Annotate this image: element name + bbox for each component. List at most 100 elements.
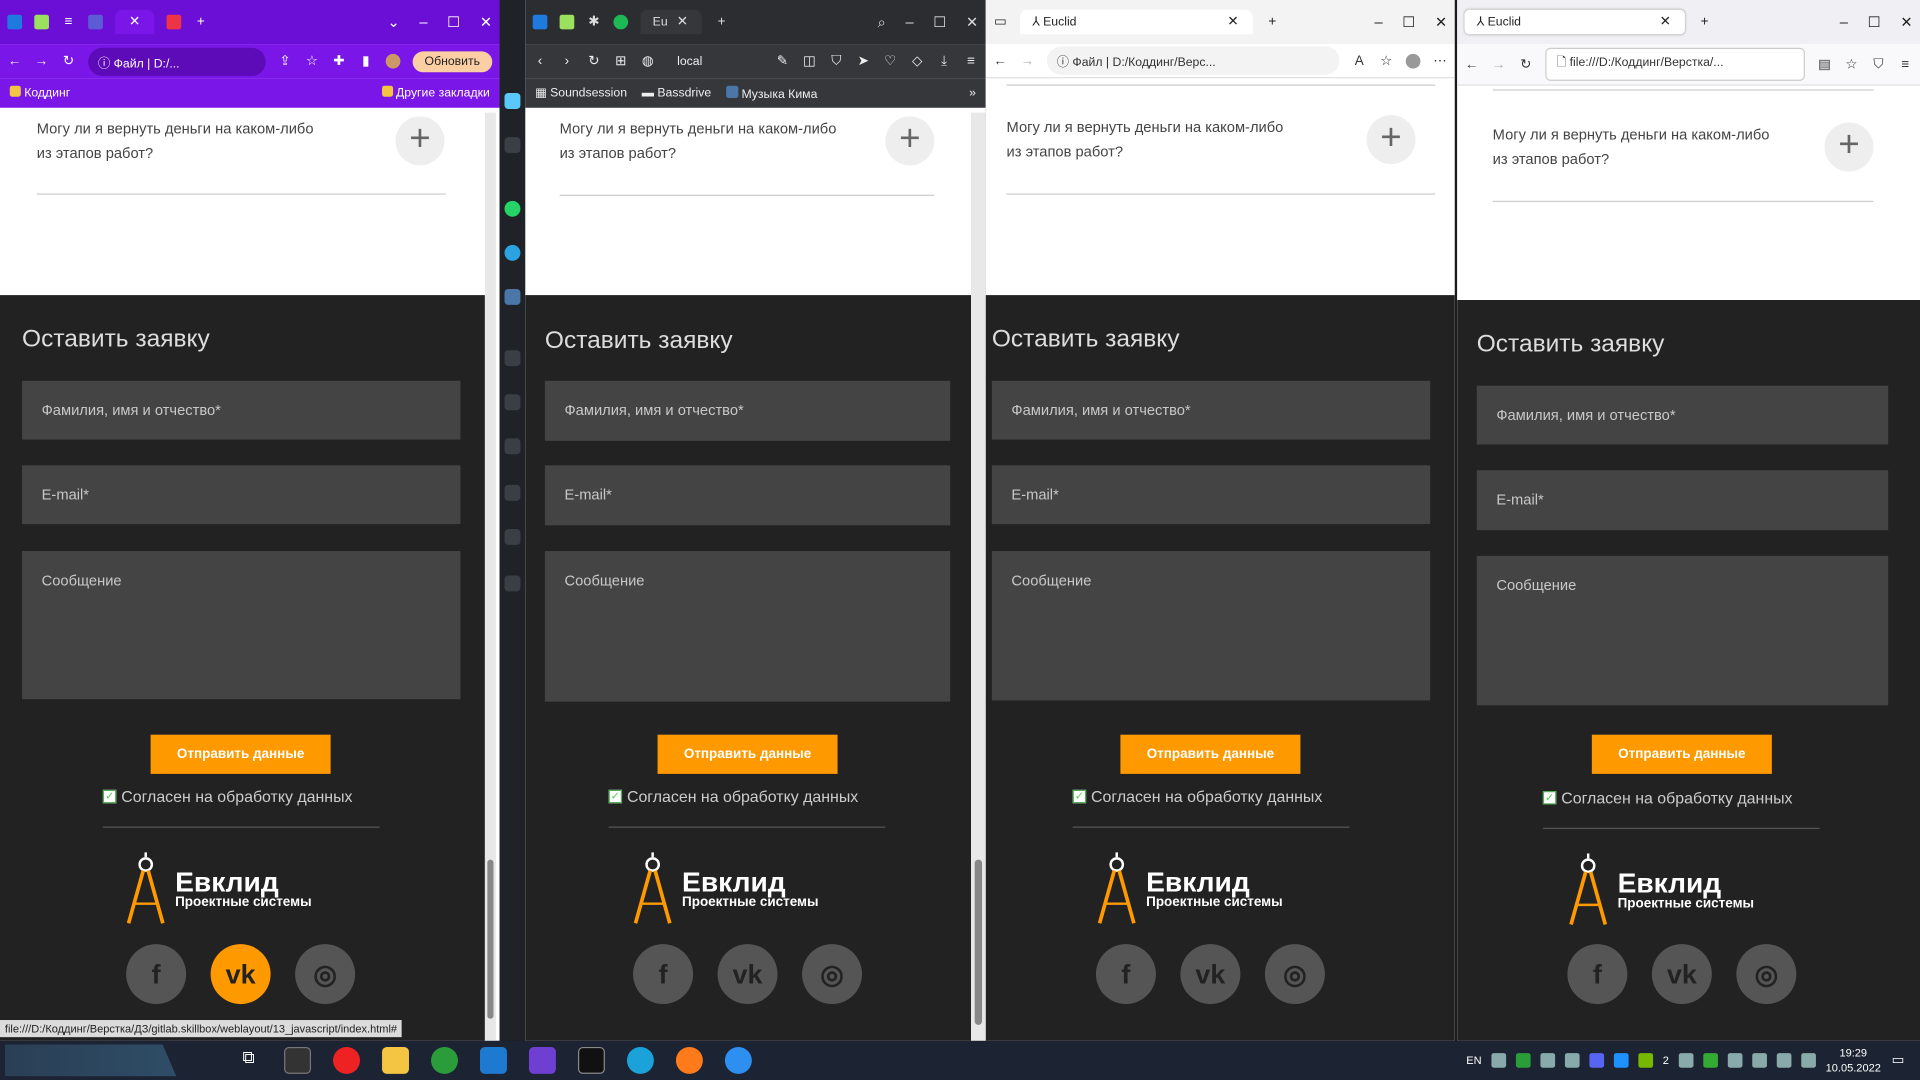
maximize-icon[interactable]: ☐ [447,13,460,30]
send-icon[interactable]: ➤ [856,54,871,69]
logo[interactable]: Евклид Проектные системы [1566,853,1754,926]
obsidian-icon[interactable] [528,1046,556,1074]
search-icon[interactable]: ⌕ [878,13,886,31]
maximize-icon[interactable]: ☐ [933,13,946,31]
app-tab-icon[interactable] [532,14,548,30]
duolingo-tab-icon[interactable] [559,14,575,30]
maximize-icon[interactable]: ☐ [1402,13,1415,30]
close-window-icon[interactable]: ✕ [480,13,492,30]
battery-icon[interactable] [1752,1053,1767,1068]
vk-icon[interactable]: vk [1651,944,1712,1005]
favorites-icon[interactable]: ☆ [1379,53,1394,68]
consent-checkbox[interactable]: ✓ Согласен на обработку данных [102,787,353,806]
checkbox-checked-icon[interactable]: ✓ [1542,791,1557,805]
wifi-icon[interactable] [1776,1053,1792,1068]
facebook-icon[interactable]: f [1095,944,1156,1005]
instagram-icon[interactable]: ◎ [1264,944,1325,1005]
reload-icon[interactable]: ↻ [61,54,76,69]
message-field[interactable]: Сообщение [991,551,1431,701]
tab-euclid[interactable]: ⅄ Euclid ✕ [1020,9,1253,35]
message-field[interactable]: Сообщение [1476,555,1889,706]
reader-mode-icon[interactable]: ▤ [1817,57,1832,72]
bookmark-star-icon[interactable]: ☆ [1844,57,1859,72]
camera-icon[interactable]: ◫ [802,54,817,69]
clock[interactable]: 19:29 10.05.2022 [1826,1046,1881,1075]
explorer-icon[interactable] [382,1046,409,1074]
tab-euclid[interactable]: Eu ✕ [640,9,702,35]
share-icon[interactable]: ⇪ [278,54,293,69]
language-indicator[interactable]: EN [1466,1054,1481,1066]
skillbox-tab-icon[interactable] [88,14,103,30]
tray-app-icon[interactable] [1678,1053,1694,1068]
bookmark-star-icon[interactable]: ☆ [305,54,320,69]
extensions-icon[interactable]: ✚ [331,54,346,69]
heart-icon[interactable]: ♡ [883,54,898,69]
opera-bookmark-icon[interactable] [504,137,521,154]
back-icon[interactable]: ← [7,54,22,69]
new-tab-icon[interactable]: + [193,15,208,30]
tab-search-icon[interactable]: ⌄ [387,13,399,30]
reload-icon[interactable]: ↻ [1518,57,1533,72]
new-tab-icon[interactable]: + [1265,15,1280,30]
name-field[interactable]: Фамилия, имя и отчество* [1476,385,1889,445]
discord-icon[interactable] [1589,1053,1605,1068]
tray-app-icon[interactable] [1491,1053,1507,1068]
tray-app-icon[interactable] [1703,1053,1718,1068]
scrollbar[interactable] [484,112,496,1041]
tray-app-icon[interactable] [1564,1053,1580,1068]
vk-icon[interactable]: vk [1180,944,1241,1005]
start-area[interactable] [4,1044,177,1077]
faq-question[interactable]: Могу ли я вернуть деньги на каком-либо из… [1493,122,1770,171]
facebook-icon[interactable]: f [633,944,694,1005]
close-window-icon[interactable]: ✕ [966,13,978,31]
instagram-icon[interactable]: ◎ [802,944,863,1005]
chrome-icon[interactable] [431,1046,458,1074]
bookmark-music[interactable]: Музыка Кима [725,85,817,101]
notion-icon[interactable] [284,1046,312,1074]
vk-icon[interactable]: vk [210,944,271,1005]
logo[interactable]: Евклид Проектные системы [631,852,819,925]
task-view-icon[interactable]: ⧉ [235,1047,262,1074]
tray-app-icon[interactable] [1540,1053,1556,1068]
forward-icon[interactable]: › [560,54,575,69]
consent-checkbox[interactable]: ✓ Согласен на обработку данных [1542,789,1793,807]
vk-sidebar-icon[interactable] [504,288,521,305]
email-field[interactable]: E-mail* [1476,470,1889,531]
faq-expand-button[interactable]: + [1366,115,1416,165]
speed-dial-icon[interactable] [504,350,521,367]
name-field[interactable]: Фамилия, имя и отчество* [991,380,1431,440]
tab-active[interactable]: ✕ [115,9,155,35]
figma-tab-icon[interactable] [166,14,182,30]
instagram-icon[interactable]: ◎ [295,944,356,1005]
name-field[interactable]: Фамилия, имя и отчество* [22,380,461,440]
update-button[interactable]: Обновить [412,50,493,72]
url-field[interactable]: 🗋 file:///D:/Коддинг/Верстка/... [1545,47,1805,81]
avatar[interactable] [385,53,401,69]
new-tab-icon[interactable]: + [714,15,729,30]
cube-icon[interactable]: ◇ [910,54,925,69]
message-field[interactable]: Сообщение [22,551,461,700]
app-tab-icon[interactable] [7,14,23,30]
bookmark-bassdrive[interactable]: ▬ Bassdrive [642,86,711,99]
close-window-icon[interactable]: ✕ [1900,13,1912,30]
logo[interactable]: Евклид Проектные системы [124,852,312,925]
nvidia-icon[interactable] [1638,1053,1653,1068]
reload-icon[interactable]: ↻ [587,54,602,69]
url-field[interactable]: ⓘ Файл | D:/Коддинг/Верс... [1046,46,1340,75]
tray-chrome-icon[interactable] [1515,1053,1531,1068]
volume-icon[interactable] [1801,1053,1816,1068]
logo[interactable]: Евклид Проектные системы [1095,852,1283,925]
heart-icon[interactable] [504,394,521,411]
minimize-icon[interactable]: – [419,13,427,30]
submit-button[interactable]: Отправить данные [1591,734,1772,774]
back-icon[interactable]: ← [993,53,1008,68]
message-field[interactable]: Сообщение [544,551,951,702]
close-icon[interactable]: ✕ [675,15,690,30]
submit-button[interactable]: Отправить данные [1120,734,1301,774]
notes-tab-icon[interactable]: ≡ [61,15,76,30]
forward-icon[interactable]: → [1491,57,1506,72]
duolingo-tab-icon[interactable] [34,14,49,30]
close-icon[interactable]: ✕ [1226,15,1241,30]
download-icon[interactable]: ⤓ [937,54,952,69]
minimize-icon[interactable]: – [1374,13,1382,30]
